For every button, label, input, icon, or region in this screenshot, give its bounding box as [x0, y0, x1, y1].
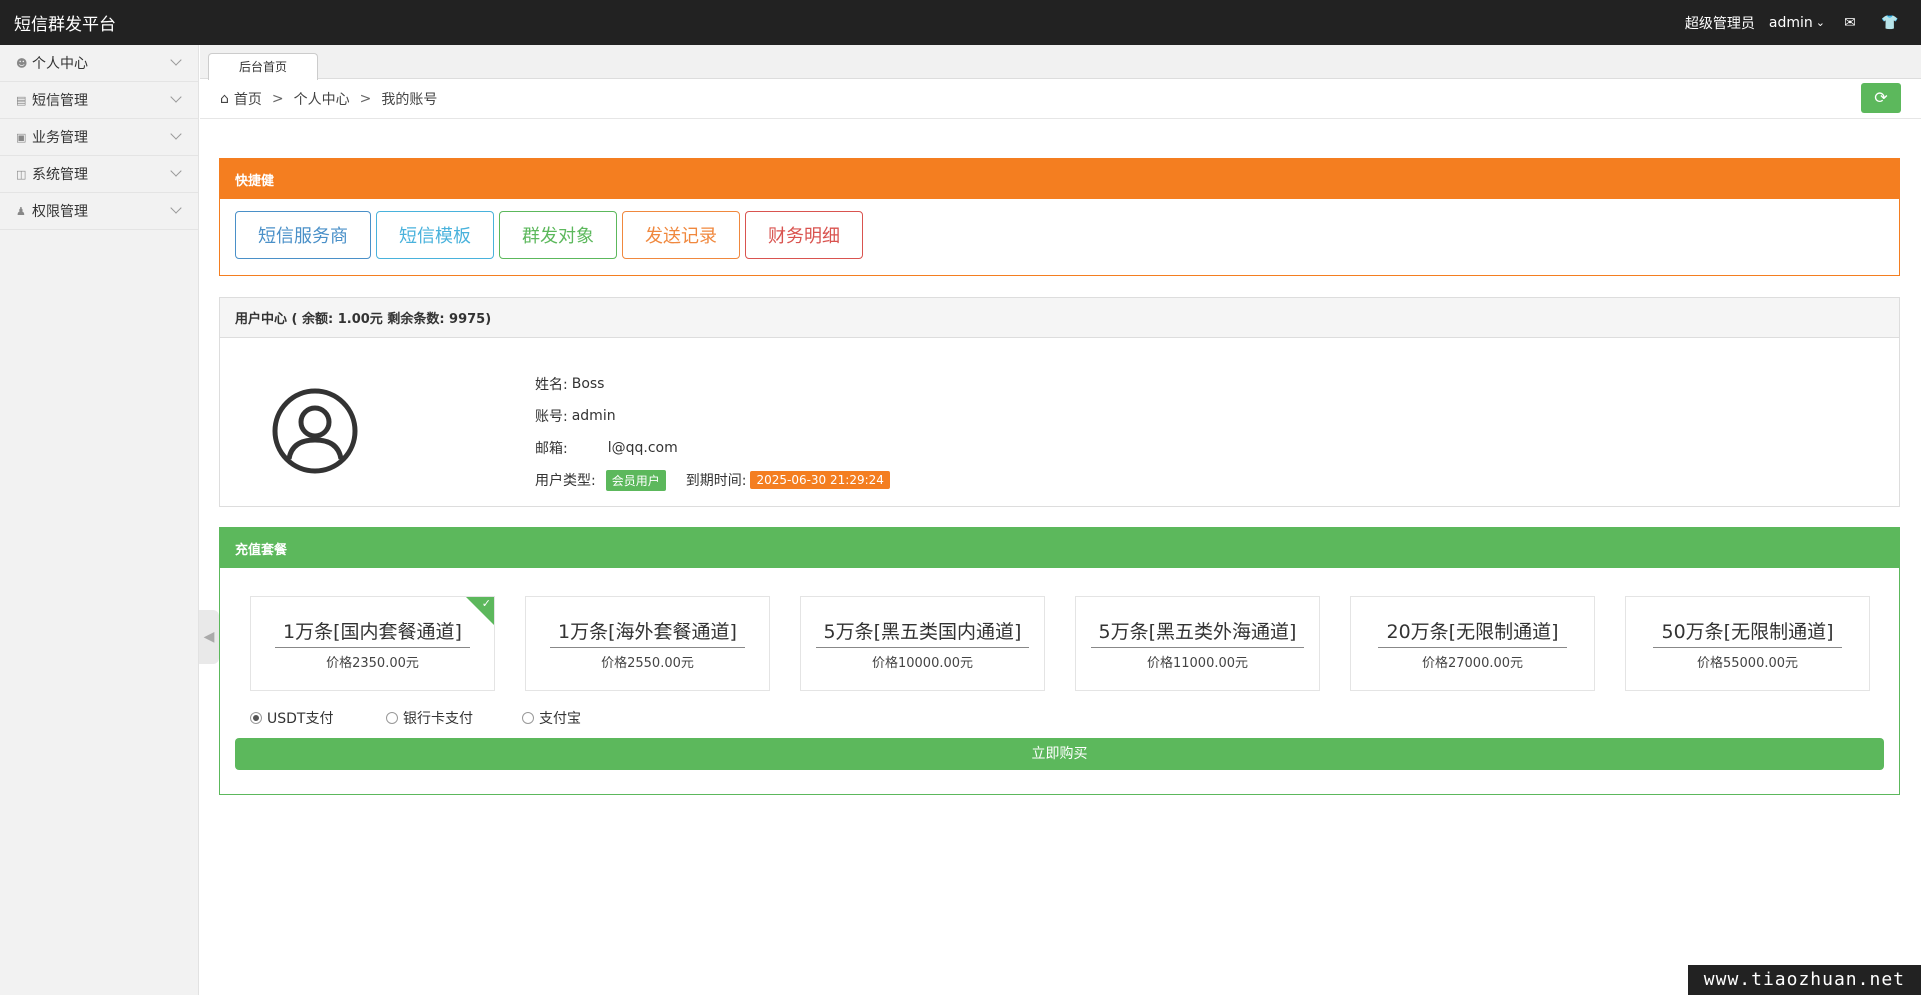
package-price: 价格2550.00元	[601, 656, 694, 671]
package-list: 1万条[国内套餐通道] 价格2350.00元 ✓ 1万条[海外套餐通道] 价格2…	[250, 596, 1870, 691]
user-role: 超级管理员	[1684, 15, 1755, 32]
payment-usdt[interactable]: USDT支付	[250, 708, 386, 728]
list-icon: ▤	[16, 93, 27, 107]
email-label: 邮箱:	[535, 441, 568, 457]
breadcrumb-separator: >	[271, 90, 284, 107]
username: admin	[1768, 14, 1813, 31]
sidebar-item-label: 业务管理	[32, 130, 88, 146]
refresh-icon: ⟳	[1874, 88, 1888, 107]
buy-now-button[interactable]: 立即购买	[235, 738, 1884, 770]
radio-button[interactable]	[522, 712, 534, 724]
package-card[interactable]: 5万条[黑五类国内通道] 价格10000.00元	[800, 596, 1045, 691]
payment-label: USDT支付	[267, 711, 334, 727]
package-price: 价格11000.00元	[1146, 656, 1249, 671]
recharge-package-panel: 充值套餐 1万条[国内套餐通道] 价格2350.00元 ✓ 1万条[海外套餐通道…	[219, 527, 1900, 795]
user-account: admin	[571, 408, 616, 424]
panel-title: 快捷健	[220, 159, 1899, 199]
name-label: 姓名:	[535, 377, 568, 393]
package-price: 价格55000.00元	[1696, 656, 1799, 671]
user-menu[interactable]: admin ⌄	[1769, 15, 1825, 31]
package-price: 价格27000.00元	[1421, 656, 1524, 671]
package-name: 5万条[黑五类国内通道]	[815, 617, 1030, 648]
mail-icon[interactable]: ✉	[1835, 15, 1865, 31]
quick-links: 短信服务商 短信模板 群发对象 发送记录 财务明细	[220, 199, 1899, 271]
users-icon: ♟	[16, 204, 26, 218]
payment-bank-card[interactable]: 银行卡支付	[386, 708, 522, 728]
expire-time-badge: 2025-06-30 21:29:24	[750, 471, 890, 489]
sidebar-item-system[interactable]: ◫ 系统管理	[0, 156, 198, 193]
user-center-panel: 用户中心 ( 余额: 1.00元 剩余条数: 9975) 姓名: Boss 账号…	[219, 297, 1900, 507]
package-price: 价格10000.00元	[871, 656, 974, 671]
package-card[interactable]: 1万条[国内套餐通道] 价格2350.00元 ✓	[250, 596, 495, 691]
watermark: www.tiaozhuan.net	[1687, 965, 1921, 995]
package-name: 1万条[海外套餐通道]	[550, 617, 745, 648]
chevron-down-icon	[170, 202, 182, 214]
user-email: l@qq.com	[607, 440, 678, 456]
check-icon: ✓	[481, 597, 491, 610]
sidebar-collapse-toggle[interactable]: ◀	[199, 610, 219, 664]
shirt-icon[interactable]: 👕	[1875, 15, 1905, 31]
sidebar-item-business[interactable]: ▣ 业务管理	[0, 119, 198, 156]
chevron-down-icon: ⌄	[1815, 16, 1825, 29]
user-name: Boss	[571, 376, 605, 392]
package-name: 1万条[国内套餐通道]	[275, 617, 470, 648]
chevron-down-icon	[170, 128, 182, 140]
payment-label: 支付宝	[539, 711, 581, 727]
app-title: 短信群发平台	[14, 15, 116, 35]
payment-alipay[interactable]: 支付宝	[522, 708, 658, 728]
radio-button[interactable]	[386, 712, 398, 724]
user-type-badge: 会员用户	[605, 469, 666, 491]
sidebar-item-label: 系统管理	[32, 167, 88, 183]
radio-button[interactable]	[250, 712, 262, 724]
sms-provider-button[interactable]: 短信服务商	[235, 211, 371, 259]
breadcrumb: ⌂ 首页 > 个人中心 > 我的账号 ⟳	[200, 79, 1921, 119]
sidebar: ☻ 个人中心 ▤ 短信管理 ▣ 业务管理 ◫ 系统管理 ♟ 权限管理	[0, 45, 199, 995]
chevron-left-icon: ◀	[203, 629, 215, 645]
sidebar-item-label: 短信管理	[32, 93, 88, 109]
send-records-button[interactable]: 发送记录	[622, 211, 740, 259]
quick-links-panel: 快捷健 短信服务商 短信模板 群发对象 发送记录 财务明细	[219, 158, 1900, 276]
package-price: 价格2350.00元	[326, 656, 419, 671]
refresh-button[interactable]: ⟳	[1861, 83, 1901, 113]
sidebar-item-permission[interactable]: ♟ 权限管理	[0, 193, 198, 230]
package-card[interactable]: 20万条[无限制通道] 价格27000.00元	[1350, 596, 1595, 691]
sidebar-item-sms[interactable]: ▤ 短信管理	[0, 82, 198, 119]
breadcrumb-home[interactable]: 首页	[234, 89, 262, 109]
home-icon: ⌂	[220, 90, 229, 107]
package-name: 5万条[黑五类外海通道]	[1090, 617, 1305, 648]
chevron-down-icon	[170, 165, 182, 177]
card-icon: ▣	[16, 130, 27, 144]
account-label: 账号:	[535, 409, 568, 425]
user-type-label: 用户类型:	[535, 473, 596, 489]
package-card[interactable]: 1万条[海外套餐通道] 价格2550.00元	[525, 596, 770, 691]
payment-label: 银行卡支付	[403, 711, 473, 727]
breadcrumb-current: 我的账号	[381, 91, 438, 108]
recipients-button[interactable]: 群发对象	[499, 211, 617, 259]
sms-template-button[interactable]: 短信模板	[376, 211, 494, 259]
payment-options: USDT支付 银行卡支付 支付宝	[250, 708, 658, 728]
breadcrumb-level1[interactable]: 个人中心	[294, 89, 350, 109]
top-bar: 短信群发平台 超级管理员 admin ⌄ ✉ 👕	[0, 0, 1921, 45]
package-name: 20万条[无限制通道]	[1378, 617, 1567, 648]
tab-strip: 后台首页	[200, 45, 1921, 80]
sidebar-item-label: 个人中心	[32, 56, 88, 72]
tab-home[interactable]: 后台首页	[208, 53, 318, 80]
user-info: 姓名: Boss 账号: admin 邮箱: l@qq.com 用户类型: 会员…	[535, 368, 890, 496]
package-card[interactable]: 50万条[无限制通道] 价格55000.00元	[1625, 596, 1870, 691]
expire-label: 到期时间:	[685, 473, 747, 489]
user-icon: ☻	[16, 56, 28, 70]
sidebar-item-personal[interactable]: ☻ 个人中心	[0, 45, 198, 82]
top-right-menu: 超级管理员 admin ⌄ ✉ 👕	[1685, 0, 1905, 45]
breadcrumb-separator: >	[359, 90, 372, 107]
database-icon: ◫	[16, 167, 27, 181]
package-card[interactable]: 5万条[黑五类外海通道] 价格11000.00元	[1075, 596, 1320, 691]
avatar-icon	[272, 388, 358, 474]
package-name: 50万条[无限制通道]	[1653, 617, 1842, 648]
finance-details-button[interactable]: 财务明细	[745, 211, 863, 259]
sidebar-item-label: 权限管理	[32, 204, 88, 220]
panel-title: 充值套餐	[220, 528, 1899, 568]
panel-title: 用户中心 ( 余额: 1.00元 剩余条数: 9975)	[220, 298, 1899, 338]
chevron-down-icon	[170, 91, 182, 103]
chevron-down-icon	[170, 54, 182, 66]
